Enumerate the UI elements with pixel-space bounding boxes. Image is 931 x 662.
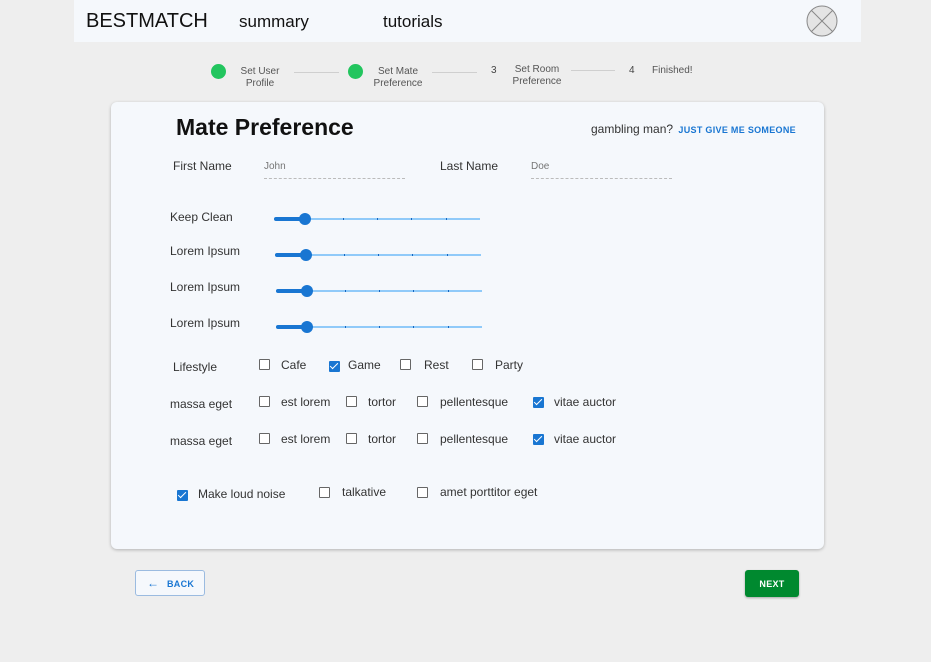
- checkbox-label-vitae-auctor-1: vitae auctor: [554, 395, 617, 409]
- slider-tick-mark: [378, 254, 379, 256]
- progress-stepper: Set User Profile Set Mate Preference 3 Set…: [0, 0, 931, 100]
- checkbox-est-lorem-1[interactable]: [259, 396, 270, 407]
- last-name-field[interactable]: [531, 161, 672, 179]
- checkbox-amet-porttitor-eget[interactable]: [417, 487, 428, 498]
- back-button[interactable]: ← BACK: [135, 570, 205, 596]
- checkbox-label-make-loud-noise: Make loud noise: [198, 487, 286, 501]
- slider-label-keep-clean: Keep Clean: [170, 210, 233, 224]
- mate-preference-card: Mate Preference gambling man? JUST GIVE …: [111, 102, 824, 549]
- step-2-label: Set Mate Preference: [373, 66, 423, 89]
- slider-tick-mark: [379, 290, 380, 292]
- slider-tick-mark: [445, 218, 447, 220]
- gambling-prompt: gambling man? JUST GIVE ME SOMEONE: [591, 122, 796, 136]
- first-name-label: First Name: [173, 159, 232, 173]
- checkbox-label-vitae-auctor-2: vitae auctor: [554, 432, 617, 446]
- checkbox-pellentesque-1[interactable]: [417, 396, 428, 407]
- checkbox-label-amet-porttitor-eget: amet porttitor eget: [440, 485, 538, 499]
- checkbox-rest[interactable]: [400, 359, 411, 370]
- step-1-complete-icon: [211, 64, 226, 79]
- slider-tick-mark: [342, 218, 344, 220]
- checkbox-label-party: Party: [495, 358, 524, 372]
- checkbox-party[interactable]: [472, 359, 483, 370]
- massa-eget-label-2: massa eget: [170, 434, 233, 448]
- slider-tick-mark: [413, 290, 415, 292]
- checkbox-label-rest: Rest: [424, 358, 449, 372]
- checkbox-label-tortor-1: tortor: [368, 395, 397, 409]
- slider-tick-mark: [447, 290, 449, 292]
- slider-tick-mark: [413, 326, 415, 328]
- step-connector: [294, 72, 339, 73]
- slider-thumb[interactable]: [300, 321, 313, 333]
- slider-thumb[interactable]: [299, 249, 312, 261]
- last-name-label: Last Name: [440, 159, 499, 173]
- slider-label-1: Lorem Ipsum: [170, 244, 241, 258]
- checkbox-label-tortor-2: tortor: [368, 432, 397, 446]
- lorem-ipsum-slider-2[interactable]: [276, 284, 482, 298]
- checkbox-cafe[interactable]: [259, 359, 270, 370]
- slider-tick-mark: [411, 218, 413, 220]
- slider-thumb[interactable]: [298, 213, 311, 225]
- step-2-active-icon: [348, 64, 363, 79]
- checkbox-make-loud-noise[interactable]: [177, 490, 188, 501]
- checkbox-label-est-lorem-1: est lorem: [281, 395, 331, 409]
- arrow-left-icon: ←: [147, 576, 159, 590]
- step-4-number: 4: [629, 65, 635, 76]
- next-button[interactable]: NEXT: [745, 570, 799, 597]
- back-button-label: BACK: [167, 579, 195, 589]
- step-3-number: 3: [491, 65, 497, 76]
- slider-tick-mark: [377, 218, 378, 220]
- slider-label-3: Lorem Ipsum: [170, 316, 241, 330]
- just-give-me-someone-button[interactable]: JUST GIVE ME SOMEONE: [678, 125, 796, 135]
- step-connector: [432, 72, 477, 73]
- checkbox-est-lorem-2[interactable]: [259, 433, 270, 444]
- checkbox-vitae-auctor-2[interactable]: [533, 434, 544, 445]
- step-3-label: Set Room Preference: [512, 64, 562, 87]
- step-4-label: Finished!: [652, 65, 693, 76]
- next-button-label: NEXT: [759, 579, 785, 589]
- slider-tick-mark: [343, 254, 345, 256]
- slider-tick-mark: [344, 290, 346, 292]
- massa-eget-label-1: massa eget: [170, 397, 233, 411]
- first-name-field[interactable]: [264, 161, 405, 179]
- checkbox-label-est-lorem-2: est lorem: [281, 432, 331, 446]
- gambling-text: gambling man?: [591, 122, 674, 136]
- checkbox-vitae-auctor-1[interactable]: [533, 397, 544, 408]
- checkbox-talkative[interactable]: [319, 487, 330, 498]
- page-title: Mate Preference: [176, 114, 354, 140]
- checkbox-label-pellentesque-2: pellentesque: [440, 432, 509, 446]
- lifestyle-label: Lifestyle: [173, 360, 218, 374]
- checkbox-label-cafe: Cafe: [281, 358, 307, 372]
- checkbox-tortor-2[interactable]: [346, 433, 357, 444]
- checkbox-game[interactable]: [329, 361, 340, 372]
- step-connector: [571, 70, 615, 71]
- slider-label-2: Lorem Ipsum: [170, 280, 241, 294]
- lorem-ipsum-slider-1[interactable]: [275, 248, 481, 262]
- checkbox-label-talkative: talkative: [342, 485, 387, 499]
- checkbox-pellentesque-2[interactable]: [417, 433, 428, 444]
- checkbox-label-pellentesque-1: pellentesque: [440, 395, 509, 409]
- lorem-ipsum-slider-3[interactable]: [276, 320, 482, 334]
- slider-tick-mark: [344, 326, 346, 328]
- slider-tick-mark: [446, 254, 448, 256]
- checkbox-label-game: Game: [348, 358, 381, 372]
- slider-tick-mark: [412, 254, 414, 256]
- slider-tick-mark: [447, 326, 449, 328]
- checkbox-tortor-1[interactable]: [346, 396, 357, 407]
- keep-clean-slider[interactable]: [274, 212, 480, 226]
- slider-tick-mark: [379, 326, 380, 328]
- slider-thumb[interactable]: [300, 285, 313, 297]
- step-1-label: Set User Profile: [240, 66, 280, 89]
